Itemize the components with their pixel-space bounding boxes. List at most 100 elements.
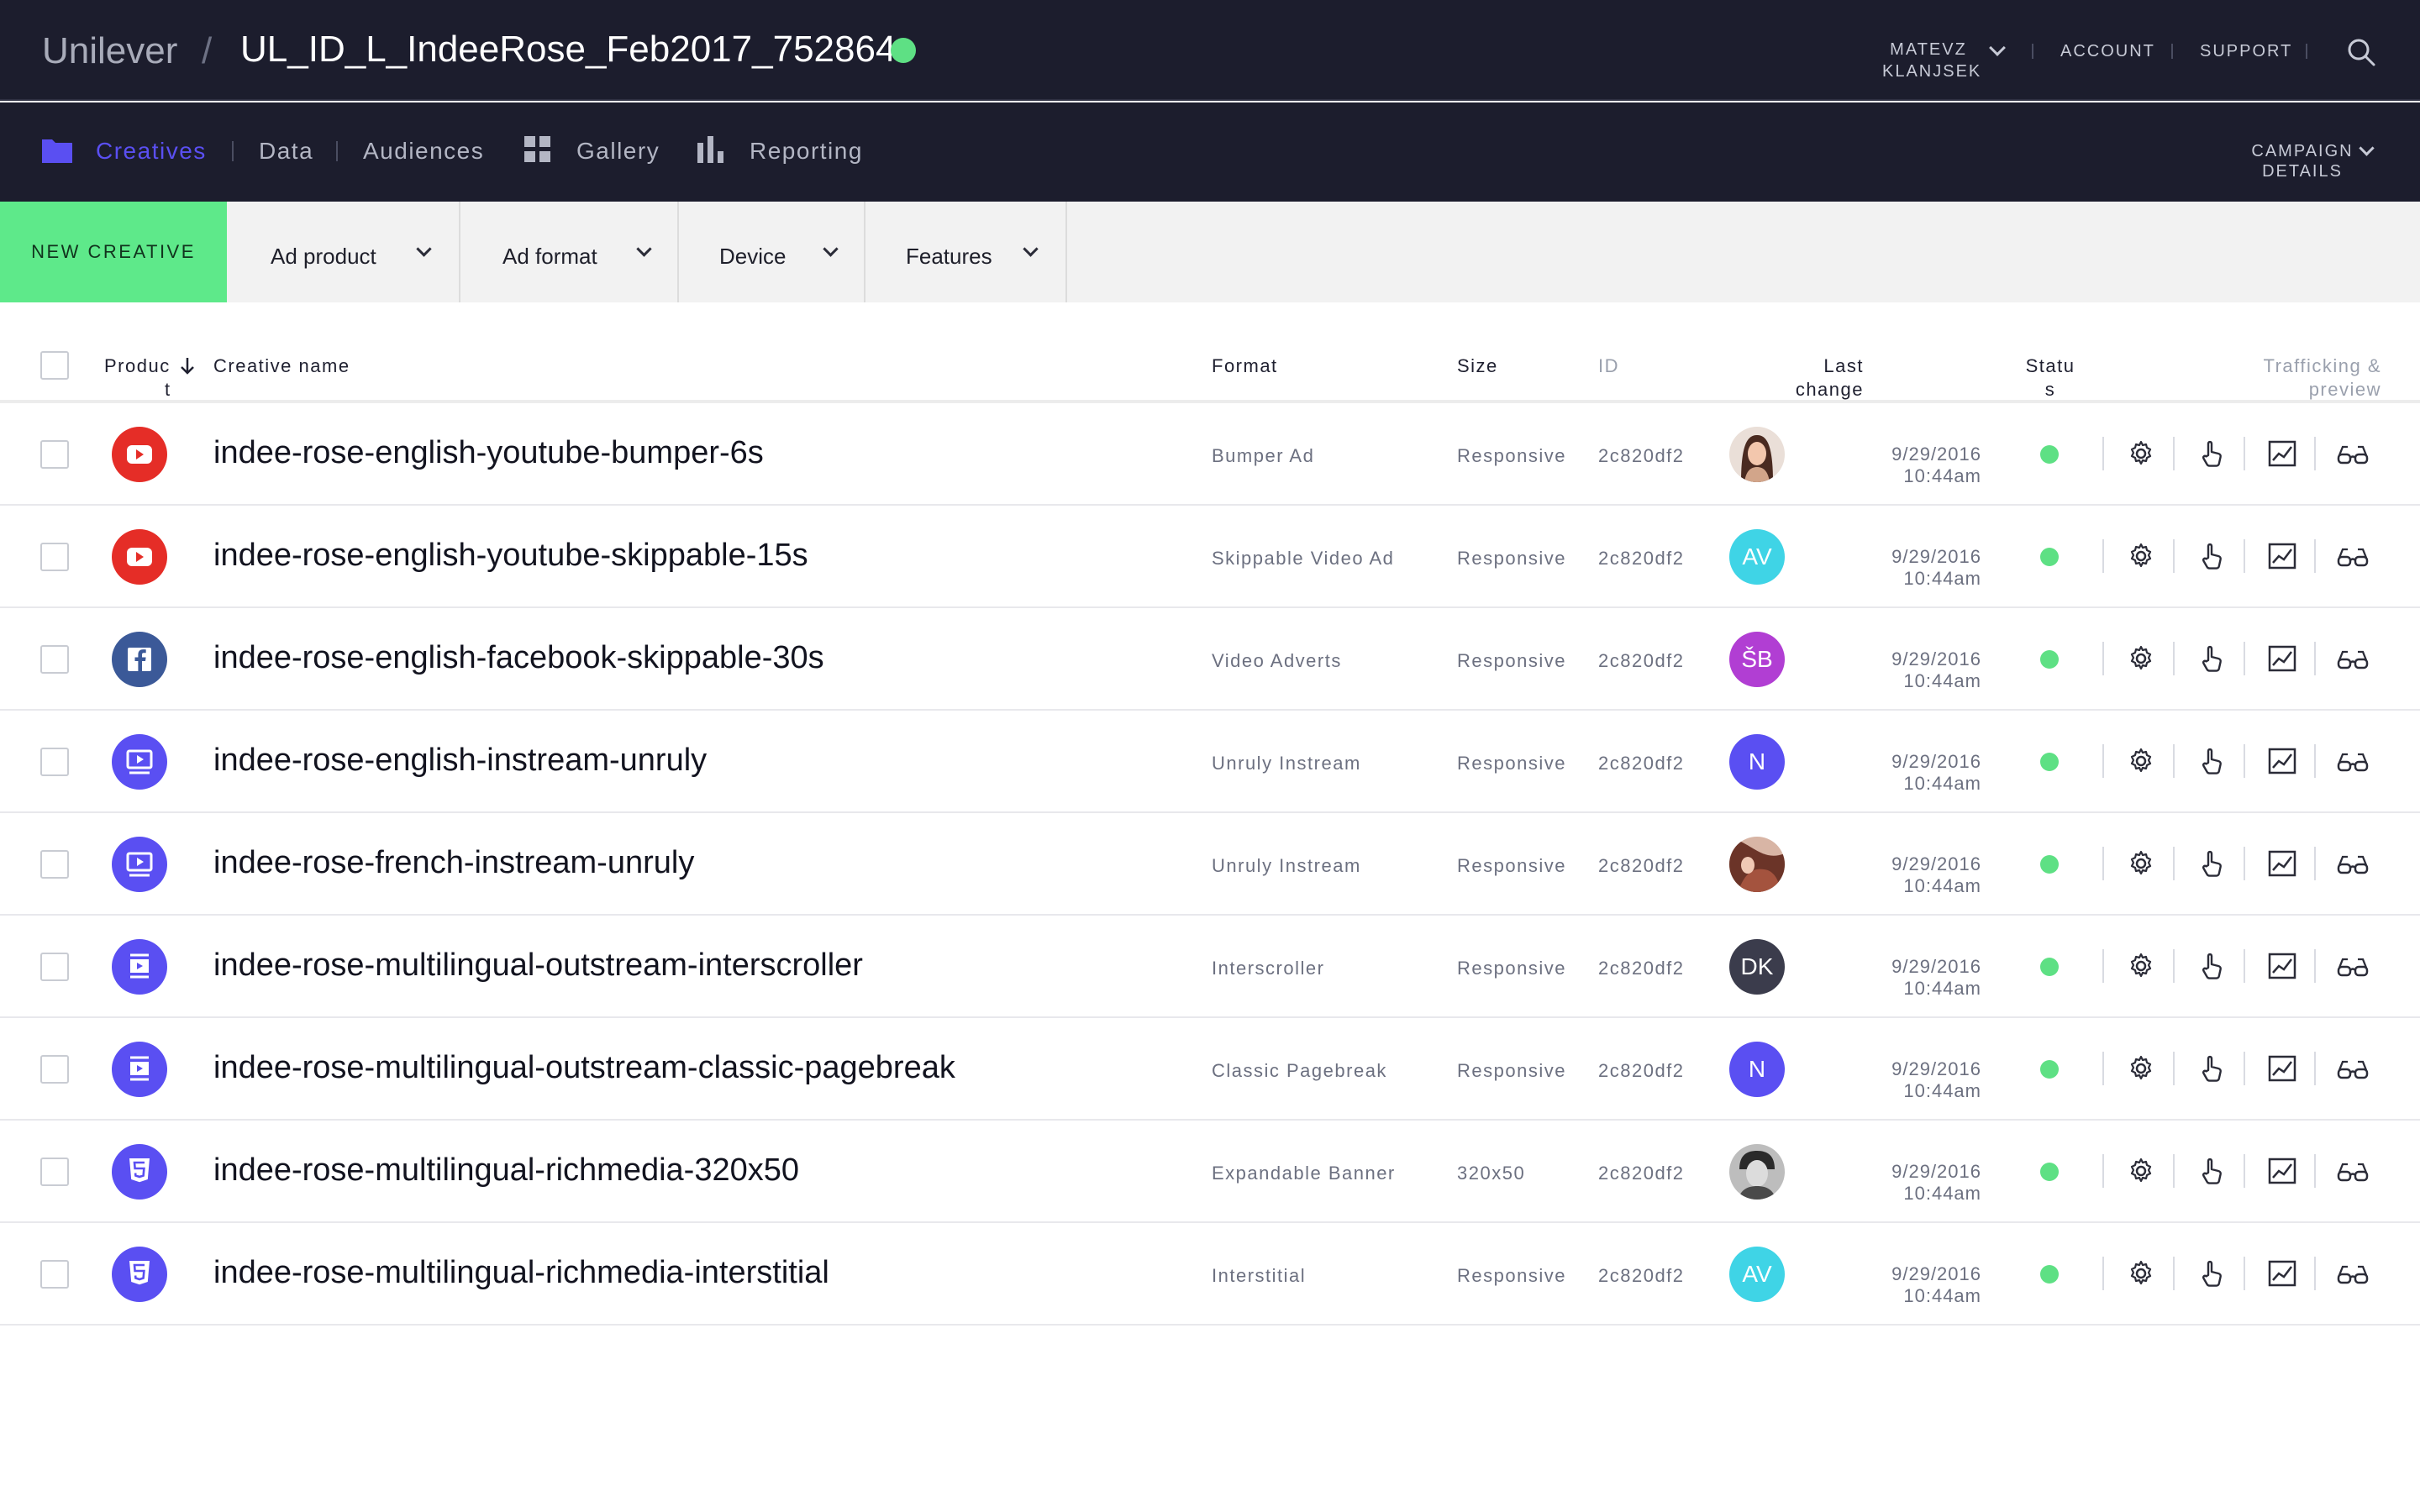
interaction-hand-icon[interactable] — [2196, 541, 2227, 571]
nav-gallery[interactable]: Gallery — [576, 138, 660, 165]
settings-gear-icon[interactable] — [2126, 746, 2156, 776]
column-format[interactable]: Format — [1212, 354, 1278, 378]
creative-name[interactable]: indee-rose-multilingual-outstream-inters… — [213, 948, 863, 984]
preview-glasses-icon[interactable] — [2336, 1258, 2370, 1289]
creative-name[interactable]: indee-rose-multilingual-richmedia-inters… — [213, 1255, 829, 1291]
creative-name[interactable]: indee-rose-multilingual-outstream-classi… — [213, 1050, 955, 1086]
settings-gear-icon[interactable] — [2126, 541, 2156, 571]
table-row[interactable]: indee-rose-multilingual-outstream-classi… — [0, 1018, 2420, 1121]
column-last-change[interactable]: Last change — [1746, 354, 1864, 402]
settings-gear-icon[interactable] — [2126, 848, 2156, 879]
row-checkbox[interactable] — [40, 1055, 69, 1084]
facebook-icon — [112, 632, 167, 687]
column-size[interactable]: Size — [1457, 354, 1498, 378]
table-row[interactable]: indee-rose-french-instream-unruly Unruly … — [0, 813, 2420, 916]
preview-glasses-icon[interactable] — [2336, 541, 2370, 571]
divider — [2102, 847, 2104, 880]
nav-creatives[interactable]: Creatives — [96, 138, 207, 165]
interaction-hand-icon[interactable] — [2196, 438, 2227, 469]
creative-name[interactable]: indee-rose-english-youtube-skippable-15s — [213, 538, 808, 574]
last-change-date: 9/29/2016 — [1891, 1263, 1981, 1284]
column-status[interactable]: Statu s — [2017, 354, 2084, 402]
filter-device[interactable]: Device — [679, 202, 865, 302]
last-change: 9/29/2016 10:44am — [1864, 956, 1981, 1000]
preview-glasses-icon[interactable] — [2336, 1156, 2370, 1186]
divider — [2244, 847, 2245, 880]
settings-gear-icon[interactable] — [2126, 1258, 2156, 1289]
interaction-hand-icon[interactable] — [2196, 746, 2227, 776]
nav-reporting[interactable]: Reporting — [750, 138, 863, 165]
search-icon[interactable] — [2346, 37, 2376, 67]
sort-arrow-down-icon[interactable] — [180, 357, 195, 375]
settings-gear-icon[interactable] — [2126, 951, 2156, 981]
interaction-hand-icon[interactable] — [2196, 1053, 2227, 1084]
last-change-time: 10:44am — [1903, 773, 1981, 794]
table-row[interactable]: indee-rose-multilingual-richmedia-inters… — [0, 1223, 2420, 1326]
interaction-hand-icon[interactable] — [2196, 643, 2227, 674]
table-row[interactable]: indee-rose-english-youtube-skippable-15s… — [0, 506, 2420, 608]
filter-ad-format[interactable]: Ad format — [460, 202, 679, 302]
settings-gear-icon[interactable] — [2126, 1053, 2156, 1084]
stats-chart-icon[interactable] — [2267, 541, 2297, 571]
select-all-checkbox[interactable] — [40, 351, 69, 380]
row-checkbox[interactable] — [40, 543, 69, 571]
interaction-hand-icon[interactable] — [2196, 848, 2227, 879]
row-checkbox[interactable] — [40, 850, 69, 879]
column-id[interactable]: ID — [1598, 354, 1619, 378]
row-checkbox[interactable] — [40, 748, 69, 776]
brand-name[interactable]: Unilever — [42, 30, 177, 72]
divider — [2171, 44, 2173, 59]
stats-chart-icon[interactable] — [2267, 951, 2297, 981]
settings-gear-icon[interactable] — [2126, 643, 2156, 674]
row-checkbox[interactable] — [40, 440, 69, 469]
preview-glasses-icon[interactable] — [2336, 848, 2370, 879]
creative-name[interactable]: indee-rose-english-instream-unruly — [213, 743, 707, 779]
account-link[interactable]: ACCOUNT — [2060, 42, 2155, 61]
preview-glasses-icon[interactable] — [2336, 1053, 2370, 1084]
divider — [2173, 642, 2175, 675]
table-row[interactable]: indee-rose-english-instream-unruly Unruly… — [0, 711, 2420, 813]
creative-name[interactable]: indee-rose-french-instream-unruly — [213, 845, 694, 881]
user-menu[interactable]: MATEVZ KLANJSEK — [1882, 39, 1980, 82]
divider — [336, 141, 338, 161]
nav-data[interactable]: Data — [259, 138, 313, 165]
stats-chart-icon[interactable] — [2267, 438, 2297, 469]
creative-name[interactable]: indee-rose-english-youtube-bumper-6s — [213, 435, 764, 471]
support-link[interactable]: SUPPORT — [2200, 42, 2292, 61]
settings-gear-icon[interactable] — [2126, 1156, 2156, 1186]
filter-ad-product[interactable]: Ad product — [227, 202, 460, 302]
preview-glasses-icon[interactable] — [2336, 438, 2370, 469]
column-creative-name[interactable]: Creative name — [213, 354, 350, 378]
creative-name[interactable]: indee-rose-multilingual-richmedia-320x50 — [213, 1152, 799, 1189]
table-row[interactable]: indee-rose-english-facebook-skippable-30… — [0, 608, 2420, 711]
interaction-hand-icon[interactable] — [2196, 1258, 2227, 1289]
nav-audiences[interactable]: Audiences — [363, 138, 484, 165]
table-row[interactable]: indee-rose-multilingual-richmedia-320x50… — [0, 1121, 2420, 1223]
stats-chart-icon[interactable] — [2267, 1156, 2297, 1186]
stats-chart-icon[interactable] — [2267, 746, 2297, 776]
stats-chart-icon[interactable] — [2267, 1053, 2297, 1084]
last-change: 9/29/2016 10:44am — [1864, 1058, 1981, 1102]
filter-features[interactable]: Features — [865, 202, 1067, 302]
interaction-hand-icon[interactable] — [2196, 951, 2227, 981]
stats-chart-icon[interactable] — [2267, 848, 2297, 879]
table-row[interactable]: indee-rose-multilingual-outstream-inters… — [0, 916, 2420, 1018]
row-checkbox[interactable] — [40, 953, 69, 981]
new-creative-button[interactable]: NEW CREATIVE — [0, 202, 227, 302]
preview-glasses-icon[interactable] — [2336, 951, 2370, 981]
campaign-details-label: DETAILS — [2262, 162, 2343, 181]
campaign-details-toggle[interactable]: CAMPAIGN DETAILS — [2235, 141, 2370, 181]
settings-gear-icon[interactable] — [2126, 438, 2156, 469]
row-checkbox[interactable] — [40, 1260, 69, 1289]
preview-glasses-icon[interactable] — [2336, 746, 2370, 776]
interaction-hand-icon[interactable] — [2196, 1156, 2227, 1186]
creative-name[interactable]: indee-rose-english-facebook-skippable-30… — [213, 640, 824, 676]
stats-chart-icon[interactable] — [2267, 643, 2297, 674]
preview-glasses-icon[interactable] — [2336, 643, 2370, 674]
table-row[interactable]: indee-rose-english-youtube-bumper-6s Bump… — [0, 403, 2420, 506]
stats-chart-icon[interactable] — [2267, 1258, 2297, 1289]
chevron-down-icon[interactable] — [1989, 39, 2006, 56]
column-product[interactable]: Produc t — [104, 354, 197, 402]
row-checkbox[interactable] — [40, 1158, 69, 1186]
row-checkbox[interactable] — [40, 645, 69, 674]
